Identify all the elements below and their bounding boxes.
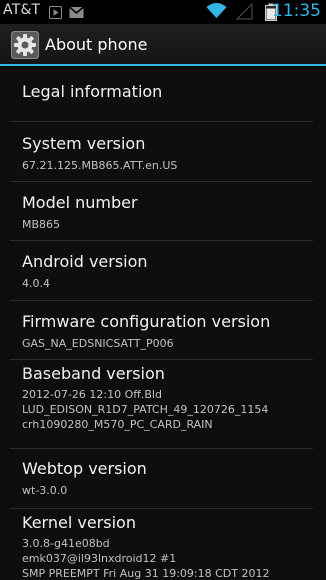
list-item-firmware-configuration-version[interactable]: Firmware configuration version GAS_NA_ED…	[0, 301, 326, 359]
gmail-notification-icon[interactable]	[68, 4, 85, 23]
item-label: Webtop version	[22, 459, 147, 478]
item-value: 3.0.8-g41e08bd emk037@il93lnxdroid12 #1 …	[22, 537, 270, 580]
list-item-system-version[interactable]: System version 67.21.125.MB865.ATT.en.US	[0, 122, 326, 181]
wifi-icon	[206, 2, 227, 23]
clock: 11:35	[272, 1, 321, 21]
item-value: wt-3.0.0	[22, 484, 68, 497]
item-value: GAS_NA_EDSNICSATT_P006	[22, 337, 174, 350]
screen: AT&T 11:35 About phone Legal information…	[0, 0, 326, 580]
signal-icon	[235, 2, 253, 24]
item-value: 4.0.4	[22, 277, 50, 290]
item-label: Legal information	[22, 82, 163, 101]
list-item-kernel-version[interactable]: Kernel version 3.0.8-g41e08bd emk037@il9…	[0, 509, 326, 580]
item-value: 67.21.125.MB865.ATT.en.US	[22, 159, 178, 172]
list-item-android-version[interactable]: Android version 4.0.4	[0, 241, 326, 300]
list-item-webtop-version[interactable]: Webtop version wt-3.0.0	[0, 449, 326, 508]
list-item-legal-information[interactable]: Legal information	[0, 66, 326, 121]
item-label: Baseband version	[22, 364, 165, 383]
about-list: Legal information System version 67.21.1…	[0, 66, 326, 580]
play-store-notification-icon[interactable]	[49, 4, 62, 23]
status-bar: AT&T 11:35	[0, 0, 326, 24]
item-label: System version	[22, 134, 146, 153]
page-title: About phone	[45, 35, 148, 54]
action-bar: About phone	[0, 24, 326, 64]
item-label: Kernel version	[22, 513, 136, 532]
list-item-baseband-version[interactable]: Baseband version 2012-07-26 12:10 Off.Bl…	[0, 360, 326, 448]
settings-gear-icon[interactable]	[11, 31, 39, 59]
list-item-model-number[interactable]: Model number MB865	[0, 182, 326, 240]
item-value: MB865	[22, 218, 61, 231]
carrier-label: AT&T	[3, 2, 41, 18]
item-label: Model number	[22, 193, 138, 212]
item-value: 2012-07-26 12:10 Off.Bld LUD_EDISON_R1D7…	[22, 388, 269, 431]
item-label: Firmware configuration version	[22, 312, 271, 331]
item-label: Android version	[22, 252, 148, 271]
